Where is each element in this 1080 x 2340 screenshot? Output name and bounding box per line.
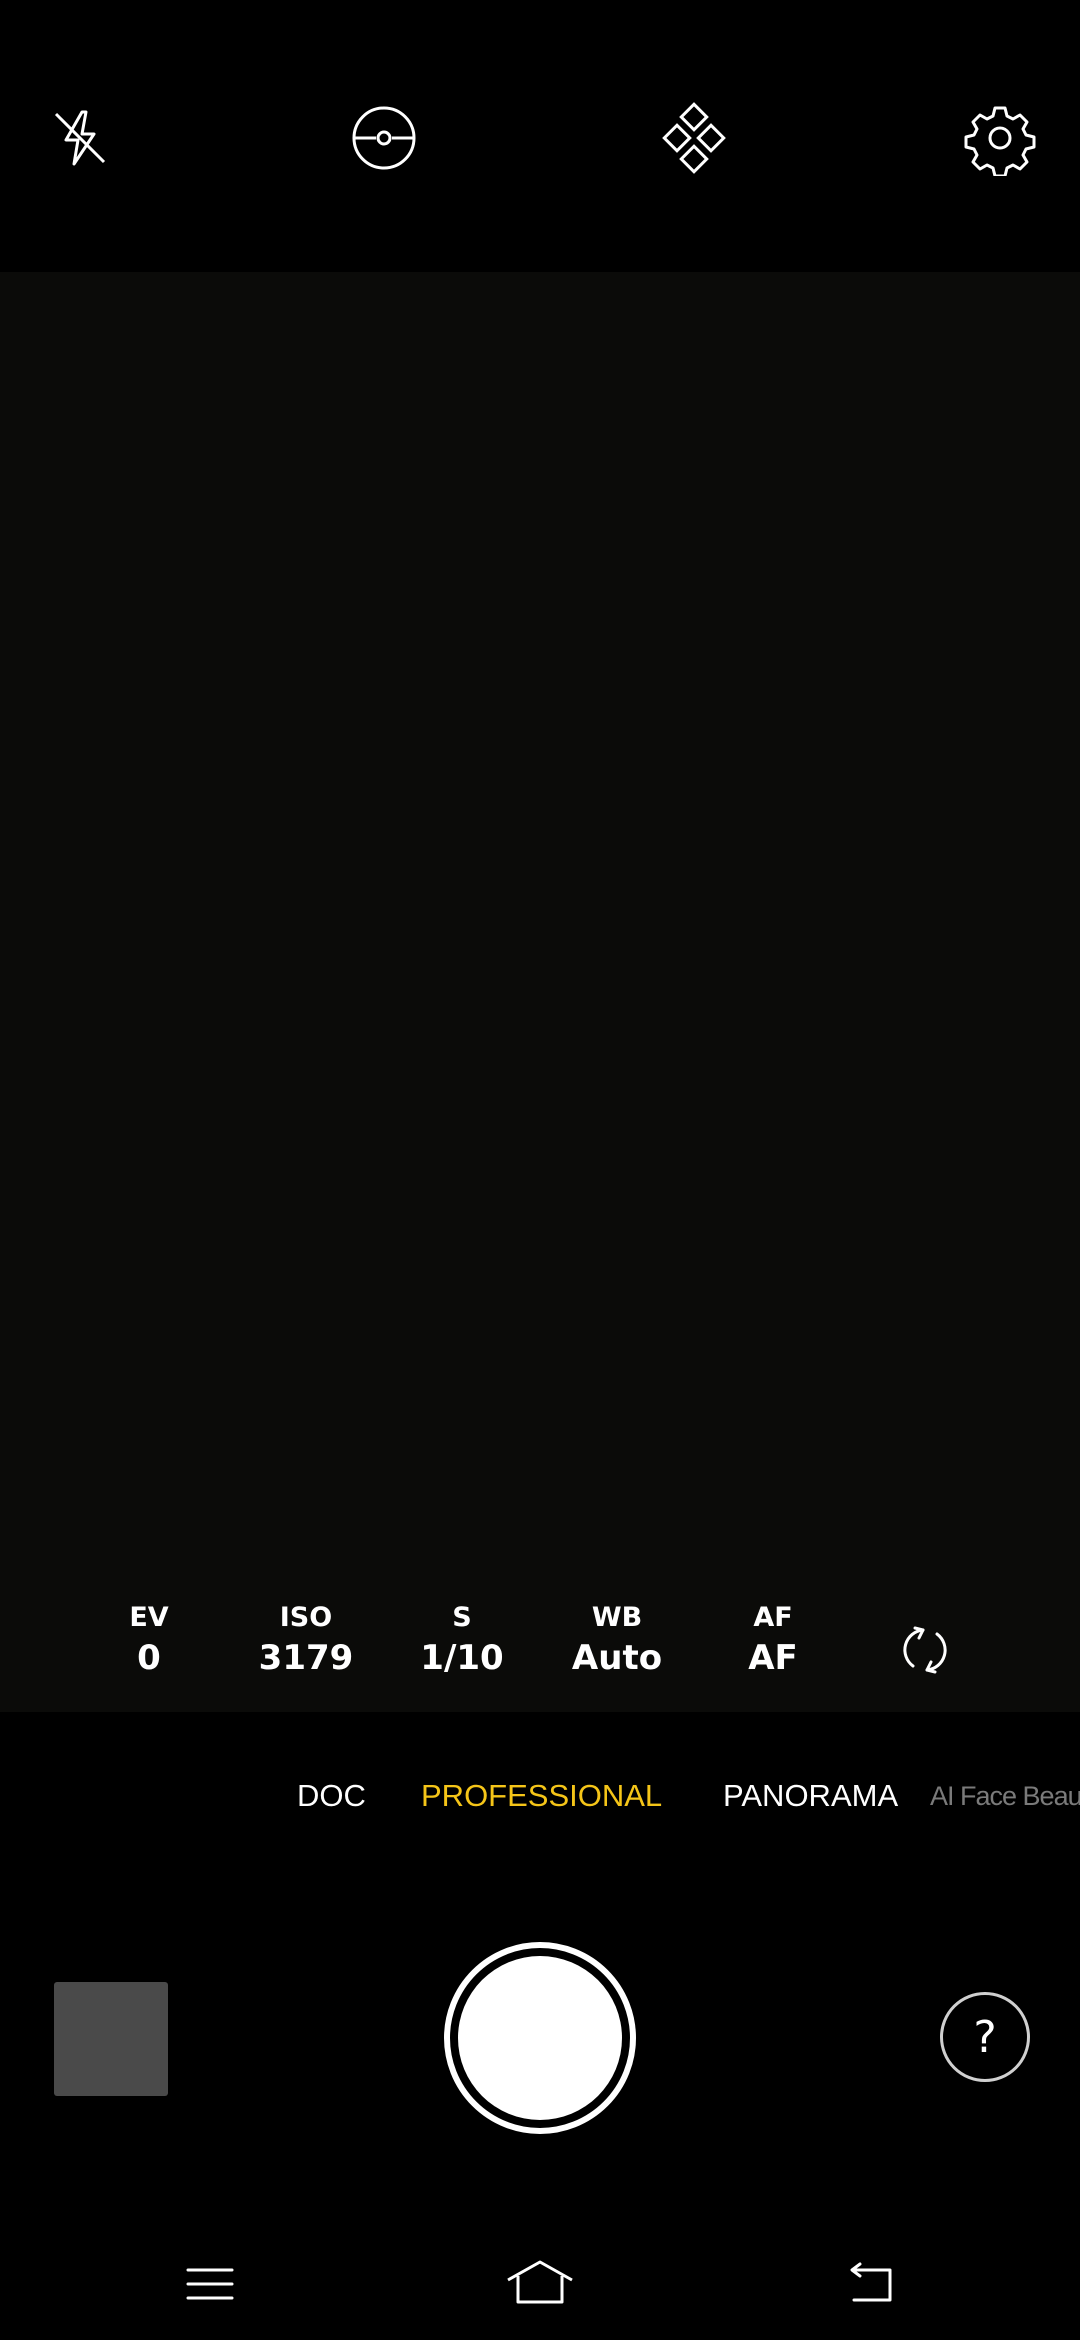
help-button[interactable]: ? [940, 1992, 1030, 2082]
white-balance-label: WB [591, 1602, 643, 1633]
mode-panorama[interactable]: PANORAMA [723, 1768, 898, 1824]
home-icon[interactable] [500, 2244, 580, 2324]
help-label: ? [973, 2011, 997, 2063]
iso-setting[interactable]: ISO 3179 [231, 1600, 381, 1680]
mode-ai-face-beauty[interactable]: AI Face Beauty [930, 1768, 1080, 1824]
autofocus-label: AF [753, 1602, 793, 1633]
shutter-speed-label: S [452, 1602, 472, 1633]
reset-icon[interactable] [893, 1618, 957, 1682]
navigation-bar [0, 2230, 1080, 2340]
shutter-speed-setting[interactable]: S 1/10 [387, 1600, 537, 1680]
gear-icon[interactable] [960, 98, 1040, 178]
ev-value: 0 [137, 1638, 161, 1678]
level-icon[interactable] [344, 98, 424, 178]
filters-icon[interactable] [654, 98, 734, 178]
back-icon[interactable] [830, 2244, 910, 2324]
iso-label: ISO [279, 1602, 333, 1633]
camera-screen: EV 0 ISO 3179 S 1/10 WB Auto AF AF DOC P… [0, 0, 1080, 2340]
shutter-speed-value: 1/10 [420, 1638, 504, 1678]
shutter-button[interactable] [444, 1942, 636, 2134]
viewfinder[interactable] [0, 272, 1080, 1712]
flash-off-icon[interactable] [40, 98, 120, 178]
autofocus-value: AF [748, 1638, 798, 1678]
mode-doc[interactable]: DOC [297, 1768, 366, 1824]
mode-selector: DOC PROFESSIONAL PANORAMA AI Face Beauty [0, 1768, 1080, 1824]
shutter-button-inner [458, 1956, 622, 2120]
menu-icon[interactable] [170, 2244, 250, 2324]
white-balance-setting[interactable]: WB Auto [542, 1600, 692, 1680]
iso-value: 3179 [258, 1638, 354, 1678]
top-toolbar [0, 0, 1080, 272]
gallery-thumbnail[interactable] [54, 1982, 168, 2096]
mode-professional[interactable]: PROFESSIONAL [421, 1768, 662, 1824]
ev-setting[interactable]: EV 0 [74, 1600, 224, 1680]
ev-label: EV [129, 1602, 169, 1633]
autofocus-setting[interactable]: AF AF [698, 1600, 848, 1680]
white-balance-value: Auto [571, 1638, 663, 1678]
